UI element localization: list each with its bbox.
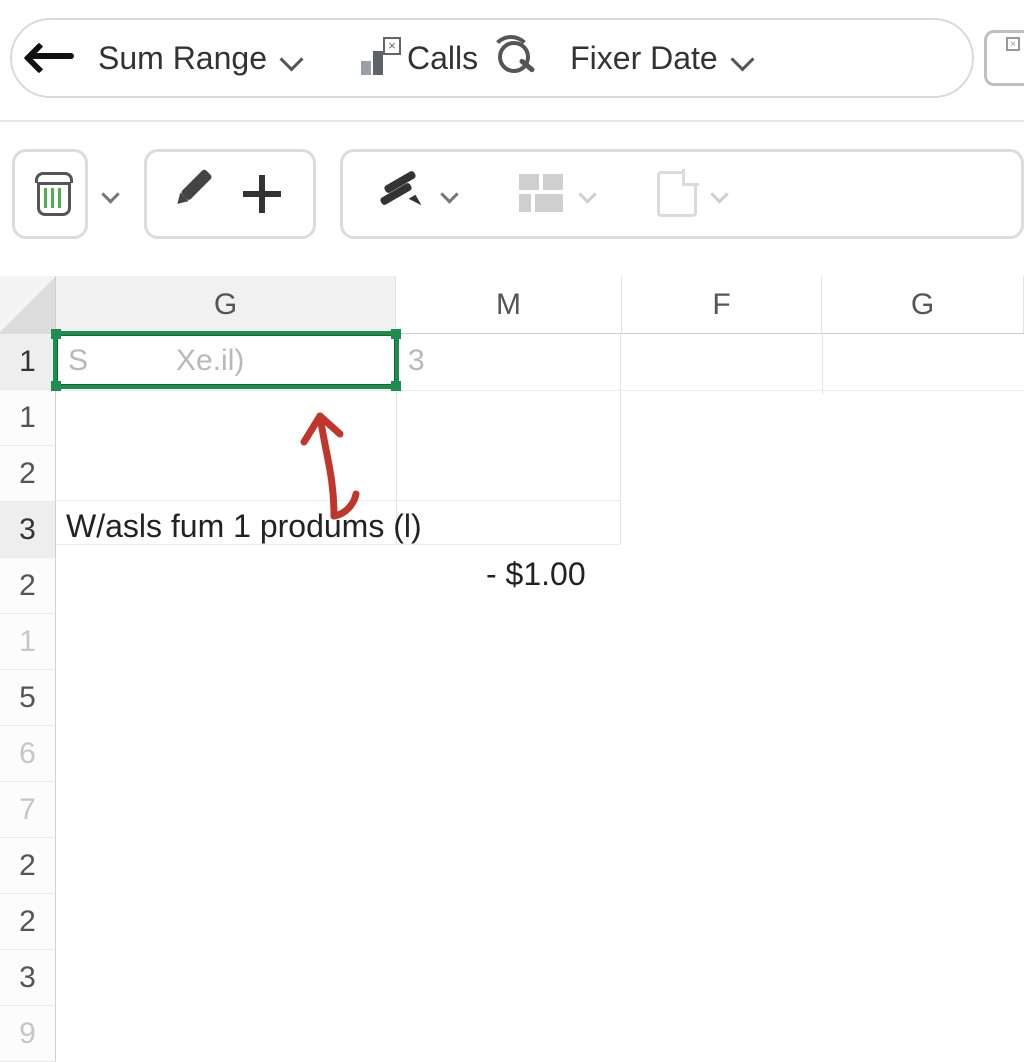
calls-label: Calls: [407, 40, 478, 77]
row-header[interactable]: 2: [0, 838, 56, 894]
row-header[interactable]: 7: [0, 782, 56, 838]
row-header[interactable]: 3: [0, 950, 56, 1006]
edit-add-button[interactable]: [144, 149, 316, 239]
grid-icon: [519, 174, 565, 214]
row-header[interactable]: 1: [0, 614, 56, 670]
fixer-date-label: Fixer Date: [570, 40, 718, 77]
column-header[interactable]: F: [622, 276, 822, 333]
cell-value: - $1.00: [486, 556, 586, 593]
top-toolbar: Sum Range × Calls Fixer Date: [10, 18, 974, 98]
search-loop-icon: [496, 39, 540, 77]
column-header[interactable]: M: [396, 276, 622, 333]
chart-icon: ×: [361, 41, 395, 75]
annotation-arrow: [274, 386, 374, 526]
row-header[interactable]: 9: [0, 1006, 56, 1062]
search-button[interactable]: [496, 39, 540, 77]
side-panel-toggle[interactable]: ×: [984, 30, 1024, 86]
layout-dropdown[interactable]: [519, 174, 597, 214]
sum-range-dropdown[interactable]: Sum Range: [98, 40, 303, 77]
column-header-row: G M F G: [0, 276, 1024, 334]
chevron-down-icon: [279, 51, 303, 65]
cell-text: W/asls fum 1 produms (l): [66, 508, 422, 545]
row-header[interactable]: 3: [0, 502, 56, 558]
calls-button[interactable]: × Calls: [361, 40, 478, 77]
row-header[interactable]: 2: [0, 894, 56, 950]
row-header[interactable]: 5: [0, 670, 56, 726]
document-icon: [657, 171, 697, 217]
back-arrow-icon[interactable]: [30, 43, 80, 73]
cell-right-char: 3: [408, 344, 425, 378]
extra-tools-group: [340, 149, 1024, 239]
spreadsheet: G M F G 1 1 2 3 2 1 5 6 7 2 2 3 9: [0, 276, 1024, 1024]
grid[interactable]: S Xe.il) 3 W/asls fum 1 produms (l) - $1…: [56, 334, 1024, 1024]
highlighter-dropdown[interactable]: [377, 172, 459, 216]
cell-left-char: S: [68, 344, 88, 378]
row-header[interactable]: 6: [0, 726, 56, 782]
row-header[interactable]: 2: [0, 446, 56, 502]
row-header[interactable]: 1: [0, 334, 56, 390]
row-headers: 1 1 2 3 2 1 5 6 7 2 2 3 9: [0, 334, 56, 1024]
delete-button[interactable]: [12, 149, 88, 239]
chevron-down-icon: [730, 51, 754, 65]
chevron-down-icon[interactable]: [102, 188, 120, 200]
row-header[interactable]: 2: [0, 558, 56, 614]
plus-icon: [241, 173, 283, 215]
document-dropdown[interactable]: [657, 171, 729, 217]
highlighter-icon: [377, 172, 427, 216]
pen-icon: [167, 161, 232, 226]
divider: [0, 120, 1024, 122]
column-header[interactable]: G: [822, 276, 1024, 333]
fixer-date-dropdown[interactable]: Fixer Date: [570, 40, 754, 77]
trash-icon: [33, 172, 75, 216]
row-header[interactable]: 1: [0, 390, 56, 446]
chevron-down-icon: [711, 188, 729, 200]
rows-area: 1 1 2 3 2 1 5 6 7 2 2 3 9 S Xe.i: [0, 334, 1024, 1024]
chevron-down-icon: [441, 188, 459, 200]
chevron-down-icon: [579, 188, 597, 200]
cell-ghost-text: Xe.il): [176, 344, 244, 378]
column-header[interactable]: G: [56, 276, 396, 333]
delete-group: [12, 149, 120, 239]
sum-range-label: Sum Range: [98, 40, 267, 77]
select-all-corner[interactable]: [0, 276, 56, 334]
tools-row: [12, 140, 1024, 248]
